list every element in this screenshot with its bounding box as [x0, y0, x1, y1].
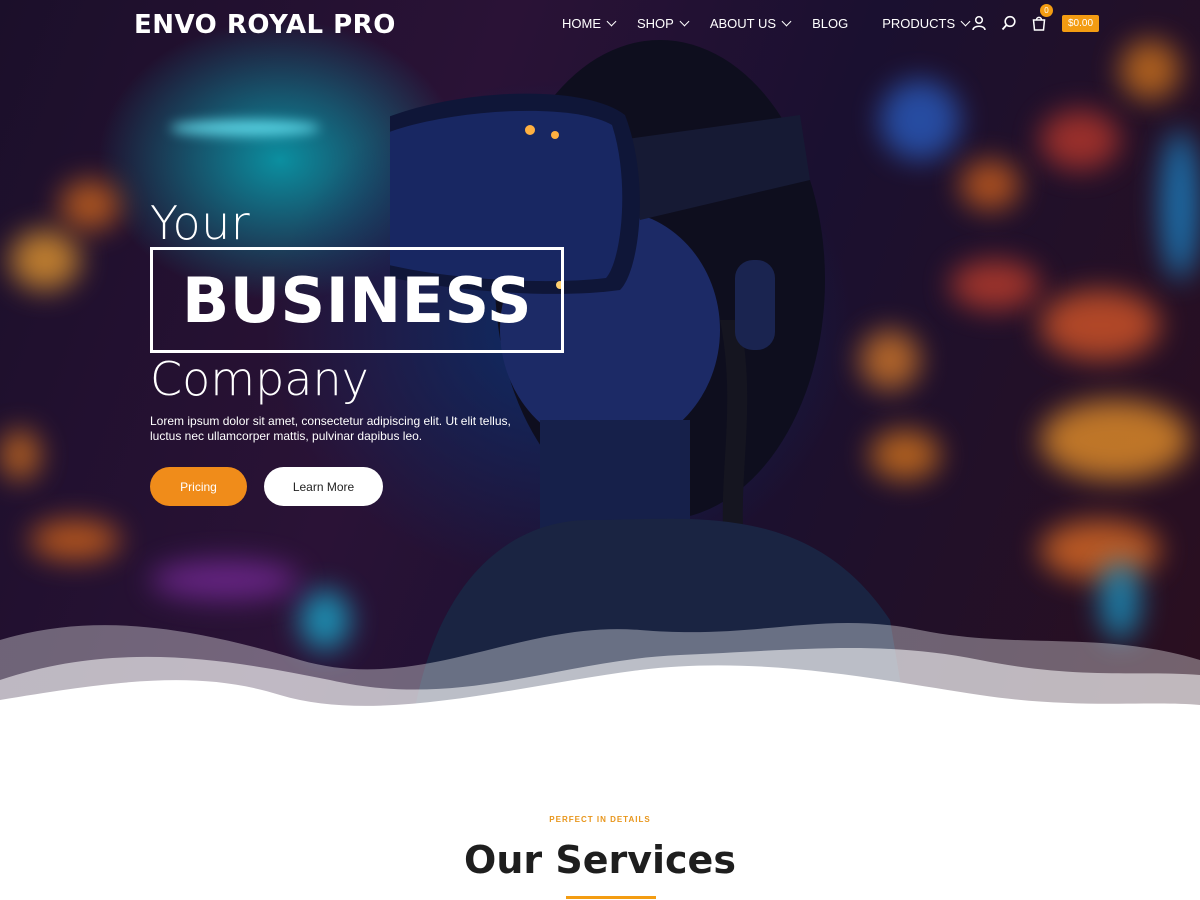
- nav-item-label: SHOP: [637, 16, 674, 31]
- hero-heading-line3: Company: [150, 352, 369, 406]
- hero-heading-line2: BUSINESS: [181, 263, 533, 337]
- nav-item-home[interactable]: HOME: [562, 16, 617, 31]
- top-navigation: ENVO ROYAL PRO HOME SHOP ABOUT US BLOG P…: [0, 0, 1200, 52]
- title-underline-divider: [566, 896, 656, 899]
- nav-item-label: PRODUCTS: [882, 16, 956, 31]
- cart-icon[interactable]: 0: [1028, 4, 1053, 34]
- services-tagline: PERFECT IN DETAILS: [549, 815, 651, 824]
- nav-item-products[interactable]: PRODUCTS: [882, 16, 971, 31]
- nav-item-label: ABOUT US: [709, 16, 777, 31]
- nav-item-label: HOME: [562, 16, 601, 31]
- hero-heading-line1: Your: [150, 196, 251, 250]
- search-icon[interactable]: [998, 12, 1020, 34]
- chevron-down-icon: [679, 16, 690, 27]
- chevron-down-icon: [781, 16, 792, 27]
- cart-count-badge: 0: [1040, 4, 1053, 17]
- hero-description: Lorem ipsum dolor sit amet, consectetur …: [150, 414, 511, 443]
- pricing-button[interactable]: Pricing: [150, 467, 247, 506]
- services-section: PERFECT IN DETAILS Our Services: [0, 760, 1200, 900]
- cart-total[interactable]: $0.00: [1062, 14, 1100, 32]
- services-title: Our Services: [464, 838, 736, 882]
- learn-more-button[interactable]: Learn More: [264, 467, 383, 506]
- nav-item-label: BLOG: [812, 16, 849, 31]
- hero-wave-divider: [0, 622, 1200, 760]
- hero-section: ENVO ROYAL PRO HOME SHOP ABOUT US BLOG P…: [0, 0, 1200, 760]
- hero-heading-box: BUSINESS: [150, 247, 564, 353]
- nav-item-about-us[interactable]: ABOUT US: [709, 16, 792, 31]
- nav-item-blog[interactable]: BLOG: [812, 16, 848, 31]
- nav-item-shop[interactable]: SHOP: [637, 16, 690, 31]
- header-actions: 0 $0.00: [968, 4, 1100, 34]
- site-logo[interactable]: ENVO ROYAL PRO: [134, 10, 396, 40]
- user-icon[interactable]: [968, 12, 990, 34]
- chevron-down-icon: [606, 16, 617, 27]
- main-menu: HOME SHOP ABOUT US BLOG PRODUCTS: [562, 16, 991, 31]
